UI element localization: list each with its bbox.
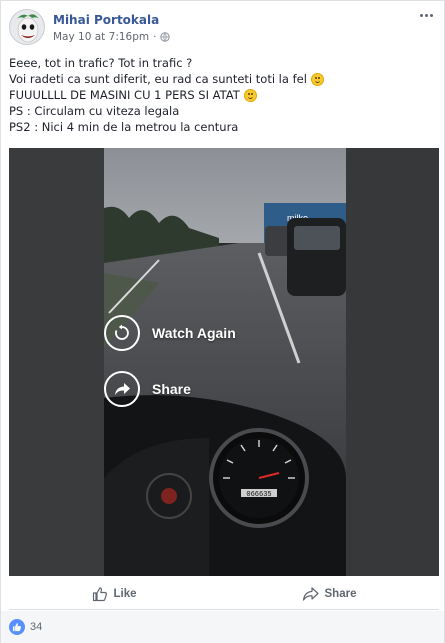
post-line-text: PS : Circulam cu viteza legala (9, 104, 180, 118)
video-player[interactable]: milko 066635 (9, 148, 439, 576)
post-line: Eeee, tot in trafic? Tot in trafic ? (9, 55, 439, 71)
post-line-text: FUUULLLL DE MASINI CU 1 PERS SI ATAT (9, 88, 240, 102)
post-header: Mihai Portokala May 10 at 7:16pm · (9, 9, 439, 47)
reaction-summary[interactable]: 34 (1, 611, 444, 643)
post-meta: May 10 at 7:16pm · (53, 31, 171, 43)
post-actions-bar: Like Share (9, 578, 439, 610)
post-message: Eeee, tot in trafic? Tot in trafic ? Voi… (9, 55, 439, 135)
share-label: Share (324, 587, 357, 600)
post-line-text: PS2 : Nici 4 min de la metrou la centura (9, 120, 239, 134)
share-icon (302, 586, 319, 601)
smile-emoji-icon (310, 72, 324, 86)
feed-post: Mihai Portokala May 10 at 7:16pm · Eeee,… (0, 0, 445, 643)
reaction-count[interactable]: 34 (30, 621, 42, 633)
post-line: Voi radeti ca sunt diferit, eu rad ca su… (9, 71, 439, 87)
dot-icon (424, 13, 428, 17)
thumbs-up-icon (92, 586, 107, 601)
share-arrow-icon (104, 371, 140, 407)
smile-emoji-icon (243, 88, 257, 102)
like-button[interactable]: Like (92, 586, 137, 602)
like-reaction-icon (9, 619, 25, 635)
post-options-button[interactable] (417, 9, 435, 21)
dot-icon (419, 13, 423, 17)
share-button[interactable]: Share (302, 586, 357, 602)
post-line: FUUULLLL DE MASINI CU 1 PERS SI ATAT (9, 87, 439, 103)
avatar[interactable] (9, 9, 45, 45)
avatar-joker-icon (10, 10, 44, 44)
globe-icon[interactable] (160, 32, 171, 42)
odometer-readout: 066635 (246, 491, 271, 499)
bullet-separator: · (153, 31, 157, 43)
post-line: PS : Circulam cu viteza legala (9, 103, 439, 119)
post-line: PS2 : Nici 4 min de la metrou la centura (9, 119, 439, 135)
post-line-text: Voi radeti ca sunt diferit, eu rad ca su… (9, 72, 307, 86)
video-share-label: Share (152, 381, 191, 397)
author-name[interactable]: Mihai Portokala (53, 13, 159, 27)
watch-again-button[interactable]: Watch Again (104, 315, 236, 351)
replay-icon (104, 315, 140, 351)
like-label: Like (113, 587, 137, 600)
dot-icon (429, 13, 433, 17)
video-share-button[interactable]: Share (104, 371, 191, 407)
post-timestamp[interactable]: May 10 at 7:16pm (53, 31, 149, 43)
watch-again-label: Watch Again (152, 325, 236, 341)
post-line-text: Eeee, tot in trafic? Tot in trafic ? (9, 56, 193, 70)
video-end-overlay: Watch Again Share (104, 308, 284, 418)
